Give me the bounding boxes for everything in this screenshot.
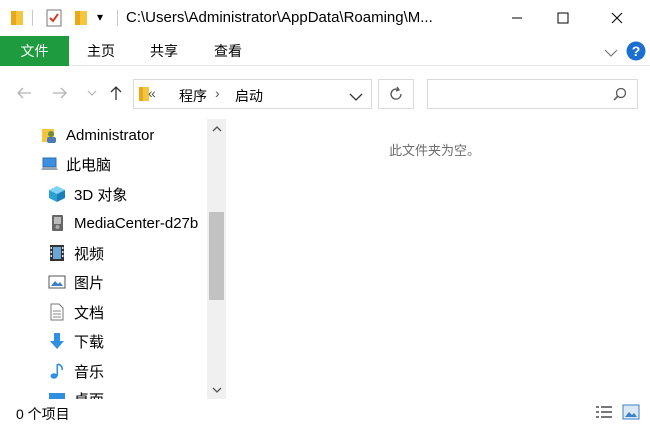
scroll-down-icon[interactable]: [207, 381, 226, 399]
tab-share[interactable]: 共享: [150, 36, 178, 66]
pictures-icon: [48, 273, 66, 291]
close-button[interactable]: [594, 0, 640, 36]
breadcrumb-programs[interactable]: 程序: [179, 86, 207, 106]
search-input[interactable]: [427, 79, 638, 109]
navigation-pane: Administrator 此电脑 3D 对象 MediaCenter-d27b…: [0, 119, 228, 399]
help-icon[interactable]: ?: [626, 41, 646, 66]
video-icon: [48, 244, 66, 262]
tree-item-label: 图片: [74, 274, 105, 292]
tree-item-desktop[interactable]: 桌面: [48, 385, 104, 399]
tree-item-label: 3D 对象: [74, 186, 128, 204]
status-bar: 0 个项目: [0, 399, 650, 426]
address-dropdown-icon[interactable]: [349, 89, 363, 107]
search-icon[interactable]: [613, 87, 627, 106]
details-view-icon[interactable]: [595, 404, 613, 420]
large-icons-view-icon[interactable]: [622, 404, 640, 420]
window-title: C:\Users\Administrator\AppData\Roaming\M…: [126, 9, 433, 26]
tree-item-label: 文档: [74, 304, 105, 322]
tree-item-3d-objects[interactable]: 3D 对象: [48, 180, 127, 208]
tree-item-pictures[interactable]: 图片: [48, 268, 104, 296]
computer-icon: [40, 155, 58, 173]
tree-item-label: 视频: [74, 245, 105, 263]
forward-icon[interactable]: [50, 83, 70, 103]
breadcrumb-startup[interactable]: 启动: [235, 86, 263, 106]
tab-home[interactable]: 主页: [87, 36, 115, 66]
properties-icon[interactable]: [46, 9, 62, 32]
tab-view[interactable]: 查看: [214, 36, 242, 66]
svg-text:?: ?: [632, 43, 641, 59]
tree-item-label: 桌面: [74, 389, 104, 400]
refresh-button[interactable]: [378, 79, 414, 109]
breadcrumb-separator[interactable]: ›: [215, 85, 220, 101]
tree-item-downloads[interactable]: 下载: [48, 327, 104, 355]
ribbon-expand-icon[interactable]: [604, 45, 618, 63]
refresh-icon: [390, 86, 402, 100]
back-icon[interactable]: [14, 83, 34, 103]
downloads-icon: [48, 332, 66, 350]
ribbon: 文件 主页 共享 查看 ?: [0, 36, 650, 66]
qat-dropdown-icon[interactable]: ▾: [97, 10, 103, 24]
new-folder-icon[interactable]: [74, 9, 88, 32]
scroll-thumb[interactable]: [209, 212, 224, 300]
navigation-bar: « 程序 › 启动: [0, 67, 650, 119]
title-bar: ▾ C:\Users\Administrator\AppData\Roaming…: [0, 0, 650, 36]
scroll-up-icon[interactable]: [207, 119, 226, 137]
tree-item-videos[interactable]: 视频: [48, 239, 104, 267]
desktop-icon: [48, 390, 66, 399]
3d-objects-icon: [48, 185, 66, 203]
recent-locations-icon[interactable]: [82, 83, 102, 103]
maximize-button[interactable]: [540, 0, 586, 36]
tree-item-administrator[interactable]: Administrator: [40, 121, 154, 149]
tree-item-label: 下载: [74, 333, 105, 351]
tab-file[interactable]: 文件: [0, 36, 69, 66]
tree-item-label: Administrator: [66, 126, 155, 144]
music-icon: [48, 362, 66, 380]
item-count: 0 个项目: [16, 406, 70, 422]
tree-item-label: 此电脑: [66, 156, 112, 174]
tree-item-label: 音乐: [74, 363, 105, 381]
tree-item-music[interactable]: 音乐: [48, 357, 104, 385]
address-overflow[interactable]: «: [148, 85, 156, 101]
minimize-button[interactable]: [494, 0, 540, 36]
tree-item-documents[interactable]: 文档: [48, 298, 104, 326]
separator: [32, 10, 33, 26]
empty-folder-message: 此文件夹为空。: [389, 143, 481, 158]
user-folder-icon: [40, 126, 58, 144]
up-icon[interactable]: [106, 83, 126, 103]
documents-icon: [48, 303, 66, 321]
nav-pane-scrollbar[interactable]: [207, 119, 226, 399]
tree-item-label: MediaCenter-d27b: [74, 214, 199, 232]
separator: [117, 10, 118, 26]
tree-item-mediacenter[interactable]: MediaCenter-d27b: [48, 209, 198, 237]
folder-icon: [10, 9, 24, 32]
address-bar[interactable]: « 程序 › 启动: [133, 79, 372, 109]
media-device-icon: [48, 214, 66, 232]
tree-item-this-pc[interactable]: 此电脑: [40, 150, 111, 178]
